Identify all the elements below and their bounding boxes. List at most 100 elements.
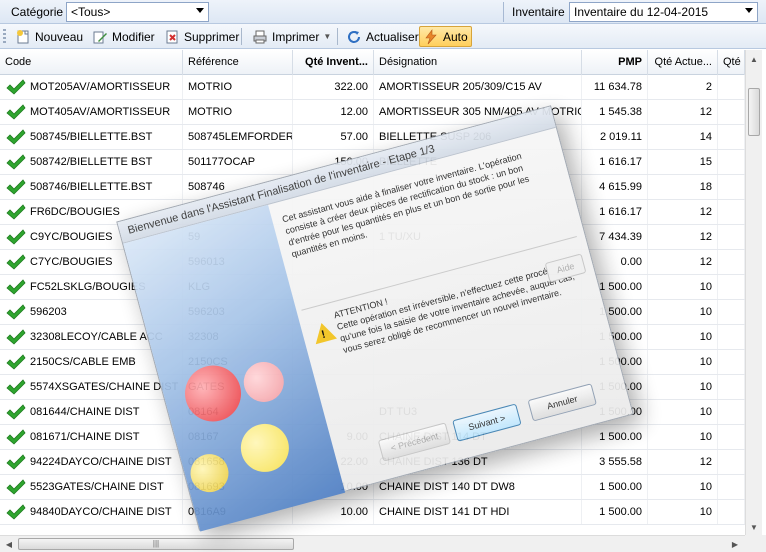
empty-cell <box>718 325 745 349</box>
inventory-qty-cell: 12.00 <box>293 100 374 124</box>
checkmark-icon <box>6 429 26 445</box>
reference-cell: MOTRIO <box>183 100 293 124</box>
table-row[interactable]: MOT205AV/AMORTISSEUR MOTRIO 322.00 AMORTISS… <box>0 75 745 100</box>
delete-button[interactable]: Supprimer <box>161 26 242 47</box>
cancel-button[interactable]: Annuler <box>527 383 597 422</box>
vertical-scrollbar[interactable]: ▲ ▼ <box>745 50 762 536</box>
table-row[interactable]: 94840DAYCO/CHAINE DIST0816A910.00CHAINE … <box>0 500 745 525</box>
edit-label: Modifier <box>112 29 155 44</box>
actual-qty-cell: 10 <box>648 325 718 349</box>
vertical-scroll-thumb[interactable] <box>748 88 760 136</box>
empty-cell <box>718 275 745 299</box>
horizontal-scrollbar[interactable]: ◀ ||| ▶ <box>0 535 745 552</box>
pmp-cell: 1 500.00 <box>582 475 648 499</box>
checkmark-icon <box>6 479 26 495</box>
code-cell: 94840DAYCO/CHAINE DIST <box>0 500 183 524</box>
code-cell: MOT405AV/AMORTISSEUR <box>0 100 183 124</box>
refresh-icon <box>346 29 362 45</box>
actual-qty-cell: 14 <box>648 125 718 149</box>
actual-qty-cell: 12 <box>648 200 718 224</box>
toolbar-separator <box>337 28 338 45</box>
empty-cell <box>718 225 745 249</box>
column-header-reference[interactable]: Référence <box>183 50 293 75</box>
print-button[interactable]: Imprimer ▼ <box>249 26 334 47</box>
category-select[interactable]: <Tous> <box>66 2 209 22</box>
dropdown-arrow-icon[interactable]: ▼ <box>323 32 331 41</box>
actual-qty-cell: 10 <box>648 400 718 424</box>
table-row[interactable]: MOT405AV/AMORTISSEUR MOTRIO 12.00 AMORTISSE… <box>0 100 745 125</box>
auto-toggle-button[interactable]: Auto <box>419 26 472 47</box>
divider <box>503 2 504 22</box>
code-cell: 5523GATES/CHAINE DIST <box>0 475 183 499</box>
new-button[interactable]: Nouveau <box>12 26 86 47</box>
toolbar-grip[interactable] <box>3 29 6 43</box>
scrollbar-corner <box>745 535 766 552</box>
inventory-label: Inventaire <box>512 5 565 19</box>
refresh-label: Actualiser <box>366 29 419 44</box>
actual-qty-cell: 10 <box>648 475 718 499</box>
checkmark-icon <box>6 379 26 395</box>
empty-cell <box>718 75 745 99</box>
scroll-up-icon[interactable]: ▲ <box>746 51 762 67</box>
column-header-qty[interactable]: Qté <box>718 50 745 75</box>
table-row[interactable]: 508745/BIELLETTE.BST 508745LEMFORDER 57.00… <box>0 125 745 150</box>
empty-cell <box>718 400 745 424</box>
code-cell: 508745/BIELLETTE.BST <box>0 125 183 149</box>
inventory-qty-cell: 10.00 <box>293 500 374 524</box>
code-cell: 081671/CHAINE DIST <box>0 425 183 449</box>
edit-button[interactable]: Modifier <box>89 26 158 47</box>
empty-cell <box>718 200 745 224</box>
empty-cell <box>718 250 745 274</box>
column-header-inventory-qty[interactable]: Qté Invent... <box>293 50 374 75</box>
refresh-button[interactable]: Actualiser <box>343 26 422 47</box>
column-header-actual-qty[interactable]: Qté Actue... <box>648 50 718 75</box>
scroll-right-icon[interactable]: ▶ <box>727 536 743 552</box>
column-header-code[interactable]: Code <box>0 50 183 75</box>
actual-qty-cell: 12 <box>648 225 718 249</box>
checkmark-icon <box>6 404 26 420</box>
horizontal-scroll-thumb[interactable]: ||| <box>18 538 294 550</box>
inventory-select[interactable]: Inventaire du 12-04-2015 <box>569 2 758 22</box>
actual-qty-cell: 18 <box>648 175 718 199</box>
empty-cell <box>718 100 745 124</box>
reference-cell: 508745LEMFORDER <box>183 125 293 149</box>
pmp-cell: 1 616.17 <box>582 200 648 224</box>
inventory-qty-cell: 322.00 <box>293 75 374 99</box>
pmp-cell: 2 019.11 <box>582 125 648 149</box>
delete-label: Supprimer <box>184 29 240 44</box>
pmp-cell: 1 545.38 <box>582 100 648 124</box>
pmp-cell: 11 634.78 <box>582 75 648 99</box>
checkmark-icon <box>6 329 26 345</box>
delete-icon <box>164 29 180 45</box>
empty-cell <box>718 375 745 399</box>
print-label: Imprimer <box>272 29 320 44</box>
toolbar: Nouveau Modifier Supprimer Imprimer ▼ Ac… <box>0 24 766 49</box>
category-value: <Tous> <box>71 5 111 19</box>
designation-cell: AMORTISSEUR 205/309/C15 AV <box>374 75 582 99</box>
pmp-cell: 1 500.00 <box>582 425 648 449</box>
lightning-icon <box>423 28 439 45</box>
checkmark-icon <box>6 204 26 220</box>
pmp-cell: 3 555.58 <box>582 450 648 474</box>
scroll-left-icon[interactable]: ◀ <box>1 536 17 552</box>
empty-cell <box>718 300 745 324</box>
checkmark-icon <box>6 179 26 195</box>
inventory-value: Inventaire du 12-04-2015 <box>574 5 709 19</box>
column-header-pmp[interactable]: PMP <box>582 50 648 75</box>
next-button[interactable]: Suivant > <box>452 403 522 442</box>
checkmark-icon <box>6 229 26 245</box>
column-header-designation[interactable]: Désignation <box>374 50 582 75</box>
printer-icon <box>252 29 268 45</box>
previous-button[interactable]: < Précédent <box>377 422 452 462</box>
actual-qty-cell: 10 <box>648 425 718 449</box>
empty-cell <box>718 150 745 174</box>
euro-coin-icon <box>178 359 248 428</box>
checkmark-icon <box>6 279 26 295</box>
chevron-down-icon <box>196 8 204 13</box>
scroll-down-icon[interactable]: ▼ <box>746 519 762 535</box>
toolbar-separator <box>241 28 242 45</box>
pmp-cell: 1 500.00 <box>582 500 648 524</box>
auto-label: Auto <box>443 29 468 44</box>
actual-qty-cell: 10 <box>648 275 718 299</box>
reference-cell: 501177OCAP <box>183 150 293 174</box>
